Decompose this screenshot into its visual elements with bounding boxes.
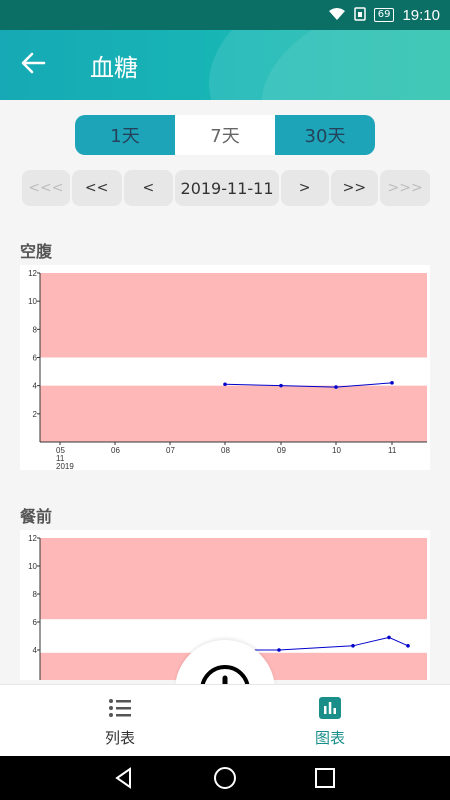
data-point [390, 381, 394, 385]
target-range-band [40, 385, 427, 442]
back-button[interactable] [20, 50, 50, 80]
wifi-icon [328, 7, 346, 24]
chart-fasting: 12 10 8 6 4 2 05 06 07 08 09 10 11 11 2019 [20, 265, 430, 470]
y-tick-label: 4 [33, 646, 38, 655]
bottom-tab-bar: 列表 图表 [0, 684, 450, 756]
y-tick-label: 10 [28, 562, 37, 571]
tab-list[interactable]: 列表 [80, 697, 160, 748]
prev-big-button[interactable]: << [71, 170, 122, 206]
y-tick-label: 12 [28, 534, 37, 543]
system-navigation-bar [0, 756, 450, 800]
x-sub-label: 2019 [56, 462, 74, 470]
section-title-fasting: 空腹 [20, 242, 53, 261]
list-icon [109, 699, 131, 717]
y-tick-label: 4 [33, 382, 38, 391]
tab-1-day[interactable]: 1天 [75, 115, 175, 155]
y-tick-label: 8 [33, 590, 38, 599]
y-tick-label: 10 [28, 297, 37, 306]
target-range-band [40, 538, 427, 620]
prev-button[interactable]: < [123, 170, 174, 206]
data-point [277, 648, 281, 652]
range-selector: 1天 7天 30天 [75, 115, 375, 155]
data-point [351, 644, 355, 648]
y-tick-label: 6 [33, 618, 38, 627]
x-tick-label: 11 [388, 446, 397, 455]
y-tick-label: 12 [28, 269, 37, 278]
current-date[interactable]: 2019-11-11 [175, 170, 279, 206]
next-button[interactable]: > [280, 170, 329, 206]
next-big-button[interactable]: >> [330, 170, 379, 206]
tab-7-days[interactable]: 7天 [175, 115, 275, 155]
first-page-button[interactable]: <<< [22, 170, 70, 206]
x-tick-label: 08 [221, 446, 230, 455]
tab-30-days[interactable]: 30天 [275, 115, 375, 155]
target-range-band [40, 273, 427, 358]
data-point [279, 383, 283, 388]
tab-chart-label: 图表 [314, 729, 345, 747]
battery-icon: 69 [373, 8, 395, 22]
sim-icon [353, 6, 366, 24]
x-tick-label: 06 [111, 446, 120, 455]
data-point [334, 385, 338, 389]
back-arrow-icon [21, 52, 46, 74]
data-point [387, 635, 391, 640]
y-tick-label: 2 [33, 410, 38, 419]
tab-chart[interactable]: 图表 [290, 697, 370, 748]
bar-chart-icon [319, 697, 341, 719]
fasting-chart-svg: 1210864205 06 07 08 09 10 11112019 [28, 269, 427, 470]
y-tick-label: 6 [33, 354, 38, 363]
x-tick-label: 07 [166, 446, 175, 455]
home-circle-icon[interactable] [213, 766, 237, 790]
section-title-before-meal: 餐前 [20, 507, 53, 526]
recents-square-icon[interactable] [313, 766, 337, 790]
data-point [406, 644, 410, 648]
data-point [223, 382, 227, 387]
app-header: 血糖 [0, 30, 450, 100]
date-navigator: <<< << < 2019-11-11 > >> >>> [22, 170, 431, 206]
tab-list-label: 列表 [104, 729, 135, 747]
page-title: 血糖 [90, 54, 138, 82]
back-triangle-icon[interactable] [112, 766, 136, 790]
status-bar: 69 19:10 [0, 0, 450, 30]
x-tick-label: 09 [277, 446, 286, 455]
y-tick-label: 8 [33, 325, 38, 334]
x-tick-label: 10 [332, 446, 341, 455]
clock: 19:10 [402, 6, 440, 24]
last-page-button[interactable]: >>> [380, 170, 431, 206]
